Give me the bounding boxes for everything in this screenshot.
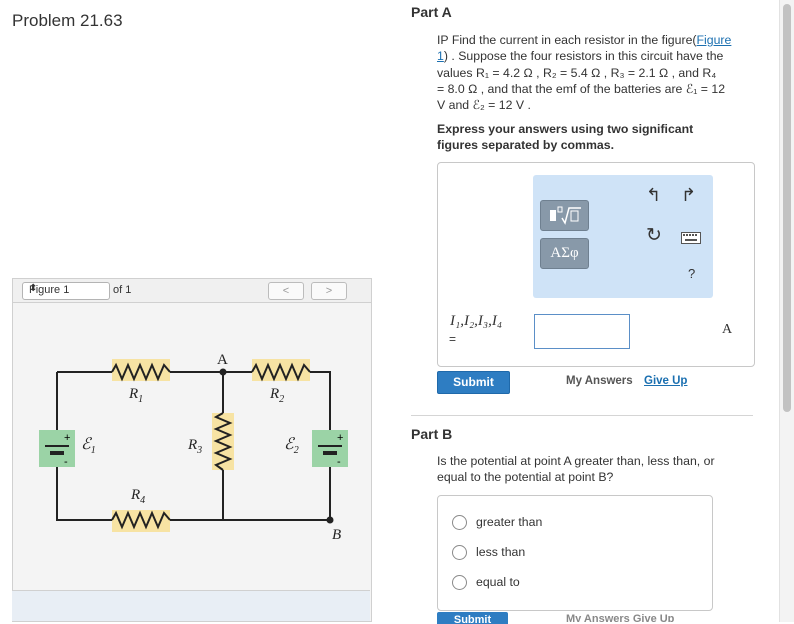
help-button[interactable]: ?	[688, 266, 695, 281]
part-b-links[interactable]: My Answers Give Up	[566, 613, 674, 622]
give-up-link[interactable]: Give Up	[644, 375, 687, 387]
undo-icon[interactable]: ↰	[646, 185, 661, 206]
svg-text:ℰ2: ℰ2	[284, 436, 299, 456]
option-less-than-label[interactable]: less than	[476, 545, 525, 559]
figure-link[interactable]: Figure	[697, 33, 732, 47]
unit-label: A	[722, 322, 733, 337]
greek-symbols-button[interactable]: ΑΣφ	[540, 238, 589, 269]
part-b-title: Part B	[411, 426, 453, 442]
scrollbar-thumb[interactable]	[783, 4, 791, 412]
node-a-dot	[219, 368, 227, 376]
redo-icon[interactable]: ↱	[681, 185, 696, 206]
svg-text:R3: R3	[187, 437, 202, 456]
option-greater-than-label[interactable]: greater than	[476, 515, 542, 529]
e1-subscript: 1	[91, 445, 96, 456]
part-a-question: IP Find the current in each resistor in …	[437, 32, 757, 113]
e2-plus-sign: +	[337, 432, 343, 444]
template-button[interactable]	[540, 200, 589, 231]
question-line-3: values R₁ = 4.2 Ω , R₂ = 5.4 Ω , R₃ = 2.…	[437, 65, 717, 80]
question-line-5: V and ℰ₂ = 12 V .	[437, 98, 531, 113]
node-a-label: A	[217, 352, 228, 368]
svg-text:R2: R2	[269, 386, 284, 405]
figure-selector[interactable]: Figure 1 ⬍	[22, 282, 110, 300]
reset-icon[interactable]: ↻	[646, 224, 662, 247]
question-line-1: IP Find the current in each resistor in …	[437, 33, 697, 47]
answer-instruction: Express your answers using two significa…	[437, 122, 694, 153]
node-b-dot	[326, 516, 334, 524]
part-a-title: Part A	[411, 4, 452, 20]
question-line-4: = 8.0 Ω , and that the emf of the batter…	[437, 81, 726, 96]
e1-minus-sign: -	[64, 456, 68, 468]
r2-label: R	[269, 386, 279, 402]
svg-text:R4: R4	[130, 487, 145, 506]
r3-subscript: 3	[196, 445, 202, 456]
part-b-question: Is the potential at point A greater than…	[437, 454, 715, 485]
previous-figure-button[interactable]: <	[268, 282, 304, 300]
my-answers-link[interactable]: My Answers	[566, 375, 633, 387]
e2-minus-sign: -	[337, 456, 341, 468]
next-figure-button[interactable]: >	[311, 282, 347, 300]
e2-subscript: 2	[294, 445, 299, 456]
sqrt-template-icon	[550, 206, 581, 225]
svg-text:ℰ1: ℰ1	[81, 436, 96, 456]
radio-greater-than[interactable]	[452, 515, 467, 530]
equals-sign: =	[449, 332, 457, 346]
submit-button[interactable]: Submit	[437, 371, 510, 394]
r1-subscript: 1	[138, 394, 143, 405]
keyboard-icon[interactable]	[681, 231, 701, 249]
e1-plus-sign: +	[64, 432, 70, 444]
r3-label: R	[187, 437, 197, 453]
r4-label: R	[130, 487, 140, 503]
section-divider	[411, 415, 753, 416]
figure-count: of 1	[113, 284, 132, 296]
figure-footer-bar	[12, 590, 370, 621]
question-line-2: ) . Suppose the four resistors in this c…	[443, 49, 724, 64]
node-b-label: B	[332, 527, 341, 543]
answer-input[interactable]	[534, 314, 630, 349]
circuit-diagram: + - + - A B R1 R2 R3 R4 ℰ1 ℰ2	[39, 352, 348, 543]
radio-equal-to[interactable]	[452, 575, 467, 590]
r1-label: R	[128, 386, 138, 402]
answer-variables-label: I₁,I₂,I₃,I₄	[450, 313, 503, 329]
updown-arrows-icon: ⬍	[29, 283, 38, 294]
problem-title: Problem 21.63	[12, 11, 123, 30]
r4-subscript: 4	[140, 495, 145, 506]
part-b-submit-button[interactable]: Submit	[437, 612, 508, 624]
option-equal-to-label[interactable]: equal to	[476, 575, 520, 589]
r2-subscript: 2	[279, 394, 284, 405]
radio-less-than[interactable]	[452, 545, 467, 560]
figure-link-number[interactable]: 1	[437, 49, 444, 63]
svg-text:R1: R1	[128, 386, 143, 405]
